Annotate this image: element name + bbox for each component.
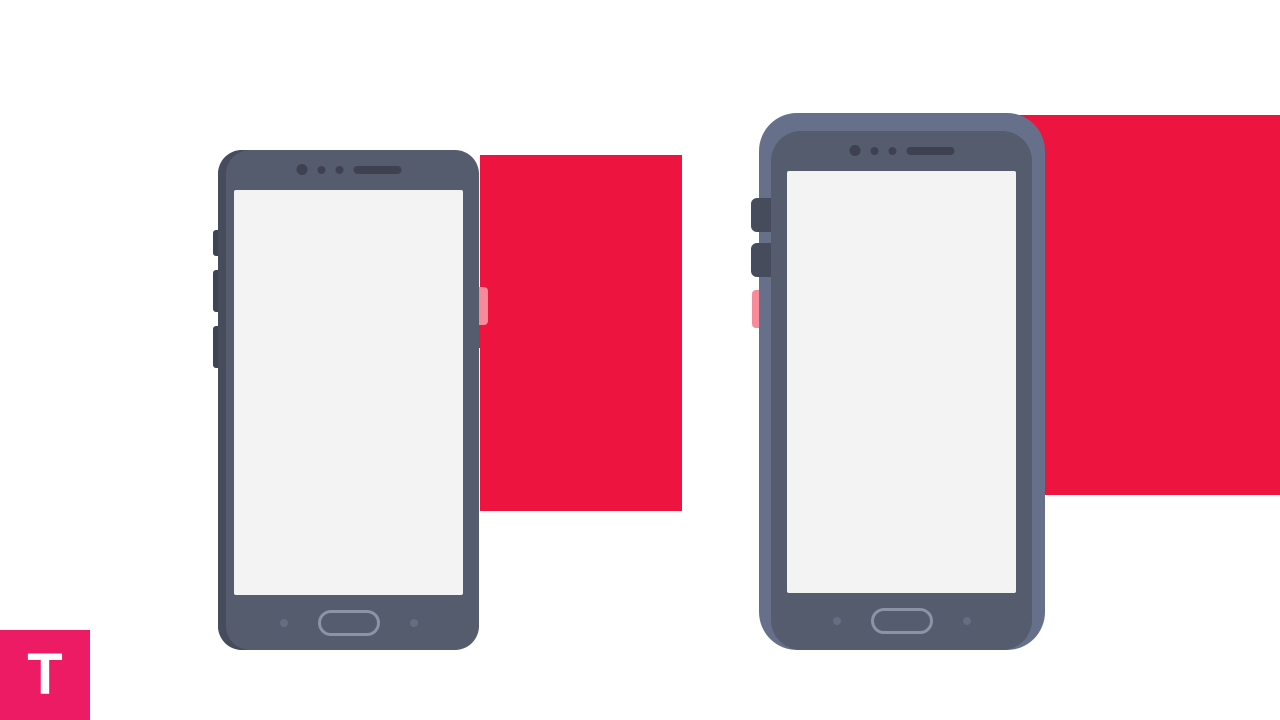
illustration-left [218, 150, 688, 650]
phone-nav-bar-icon [280, 610, 418, 636]
home-button-icon [318, 610, 380, 636]
camera-dot-icon [849, 145, 860, 156]
decorative-shape-icon [480, 155, 682, 511]
nav-recent-icon [410, 619, 418, 627]
sensor-dot-icon [335, 166, 343, 174]
phone-sensor-bar-icon [849, 145, 954, 156]
home-button-icon [871, 608, 933, 634]
sensor-dot-icon [888, 147, 896, 155]
camera-dot-icon [296, 164, 307, 175]
nav-recent-icon [963, 617, 971, 625]
letter-t-icon: T [27, 646, 62, 704]
smartphone-in-case-icon [771, 131, 1032, 650]
decorative-notch-icon [1261, 269, 1280, 309]
phone-screen [787, 171, 1016, 593]
speaker-slot-icon [906, 147, 954, 155]
sensor-dot-icon [317, 166, 325, 174]
sensor-dot-icon [870, 147, 878, 155]
phone-screen [234, 190, 463, 595]
phone-sensor-bar-icon [296, 164, 401, 175]
nav-back-icon [280, 619, 288, 627]
nav-back-icon [833, 617, 841, 625]
speaker-slot-icon [353, 166, 401, 174]
phone-nav-bar-icon [833, 608, 971, 634]
phone-side-buttons-icon [213, 230, 218, 382]
illustration-right [731, 113, 1280, 650]
brand-badge: T [0, 630, 90, 720]
smartphone-icon [218, 150, 479, 650]
